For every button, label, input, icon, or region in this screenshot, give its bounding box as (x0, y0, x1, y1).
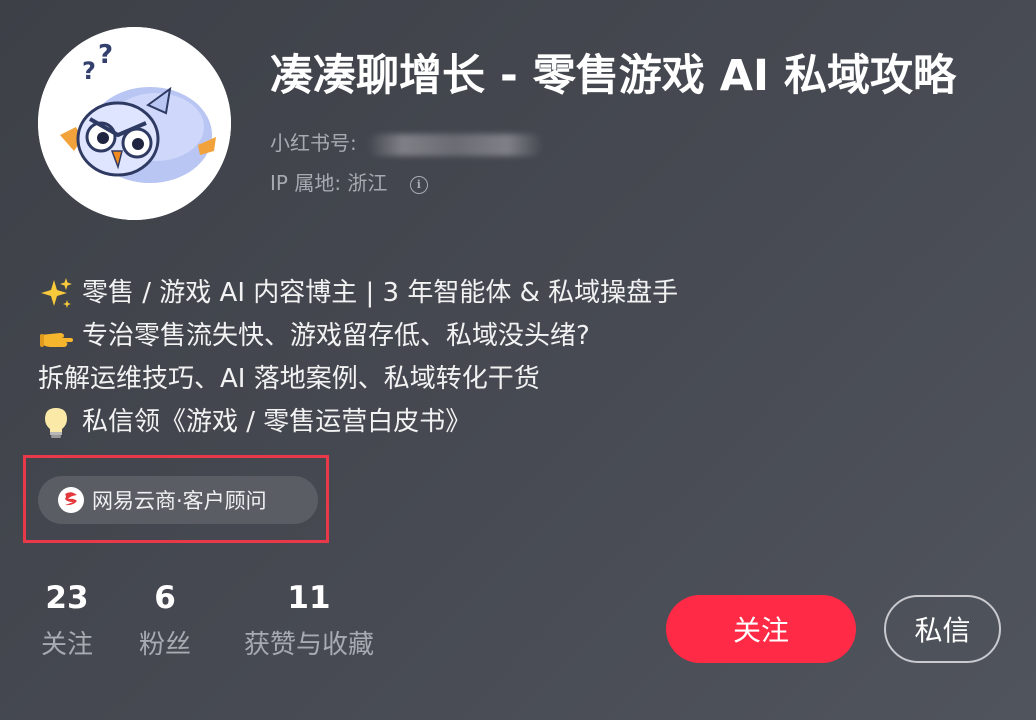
xiaohongshu-id-label: 小红书号: (270, 131, 357, 155)
bio-text: 私信领《游戏 / 零售运营白皮书》 (82, 407, 472, 437)
bio-text: 零售 / 游戏 AI 内容博主 | 3 年智能体 & 私域操盘手 (82, 278, 679, 308)
svg-text:?: ? (98, 40, 113, 70)
bio-line: 零售 / 游戏 AI 内容博主 | 3 年智能体 & 私域操盘手 (38, 272, 678, 315)
netease-logo-icon (56, 485, 86, 515)
profile-name: 凑凑聊增长 - 零售游戏 AI 私域攻略 (270, 51, 957, 101)
pointing-hand-icon (38, 319, 74, 355)
identity-tag-chip[interactable]: 网易云商·客户顾问 (38, 476, 318, 524)
fans-stat[interactable]: 6 粉丝 (136, 576, 194, 670)
info-icon[interactable]: i (409, 175, 428, 194)
bio-text: 专治零售流失快、游戏留存低、私域没头绪? (82, 321, 590, 351)
likes-collections-stat[interactable]: 11 获赞与收藏 (236, 576, 382, 670)
bio-line: 私信领《游戏 / 零售运营白皮书》 (38, 401, 678, 444)
following-stat[interactable]: 23 关注 (38, 576, 96, 670)
message-button[interactable]: 私信 (884, 595, 1001, 663)
light-bulb-icon (38, 405, 74, 441)
profile-avatar[interactable]: ? ? (38, 27, 231, 220)
owl-avatar-icon: ? ? (38, 27, 231, 220)
ip-location-row: IP 属地: 浙江 i (270, 169, 428, 197)
blurred-id-value (367, 133, 544, 156)
identity-tag-label: 网易云商·客户顾问 (92, 489, 267, 513)
ip-location-label: IP 属地: 浙江 (270, 171, 388, 195)
bio-text: 拆解运维技巧、AI 落地案例、私域转化干货 (38, 364, 540, 394)
bio-line: 专治零售流失快、游戏留存低、私域没头绪? (38, 315, 678, 358)
bio-line: 拆解运维技巧、AI 落地案例、私域转化干货 (38, 358, 678, 401)
follow-button[interactable]: 关注 (666, 595, 856, 663)
profile-bio: 零售 / 游戏 AI 内容博主 | 3 年智能体 & 私域操盘手 专治零售流失快… (38, 272, 678, 444)
fans-label: 粉丝 (138, 630, 191, 660)
likes-collections-count: 11 (287, 580, 331, 616)
following-count: 23 (45, 580, 89, 616)
following-label: 关注 (40, 630, 93, 660)
svg-text:?: ? (82, 57, 96, 85)
sparkles-icon (38, 276, 74, 312)
likes-collections-label: 获赞与收藏 (243, 630, 374, 660)
xiaohongshu-id-row: 小红书号: (270, 129, 544, 157)
fans-count: 6 (154, 580, 176, 616)
